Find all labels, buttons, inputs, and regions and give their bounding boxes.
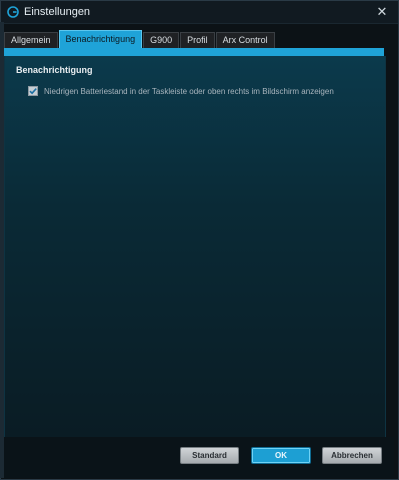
section-title: Benachrichtigung — [16, 65, 93, 75]
logitech-g-icon — [7, 6, 19, 18]
title-bar: Einstellungen ✕ — [1, 1, 398, 24]
window-title: Einstellungen — [24, 6, 91, 18]
tab-g900[interactable]: G900 — [143, 32, 180, 48]
close-icon[interactable]: ✕ — [374, 4, 390, 20]
standard-button[interactable]: Standard — [180, 447, 239, 464]
checkmark-icon — [29, 88, 37, 95]
tab-arx-control[interactable]: Arx Control — [215, 32, 275, 48]
tab-benachrichtigung[interactable]: Benachrichtigung — [58, 30, 143, 48]
tab-allgemein[interactable]: Allgemein — [4, 32, 58, 48]
notification-panel — [4, 56, 386, 437]
tab-bar: Allgemein Benachrichtigung G900 Profil A… — [4, 30, 275, 48]
tab-profil[interactable]: Profil — [180, 32, 215, 48]
low-battery-label: Niedrigen Batteriestand in der Taskleist… — [44, 86, 334, 96]
ok-button[interactable]: OK — [251, 447, 311, 464]
low-battery-checkbox[interactable] — [28, 86, 38, 96]
cancel-button[interactable]: Abbrechen — [322, 447, 382, 464]
low-battery-option[interactable]: Niedrigen Batteriestand in der Taskleist… — [28, 86, 334, 96]
tab-underline — [4, 48, 384, 56]
